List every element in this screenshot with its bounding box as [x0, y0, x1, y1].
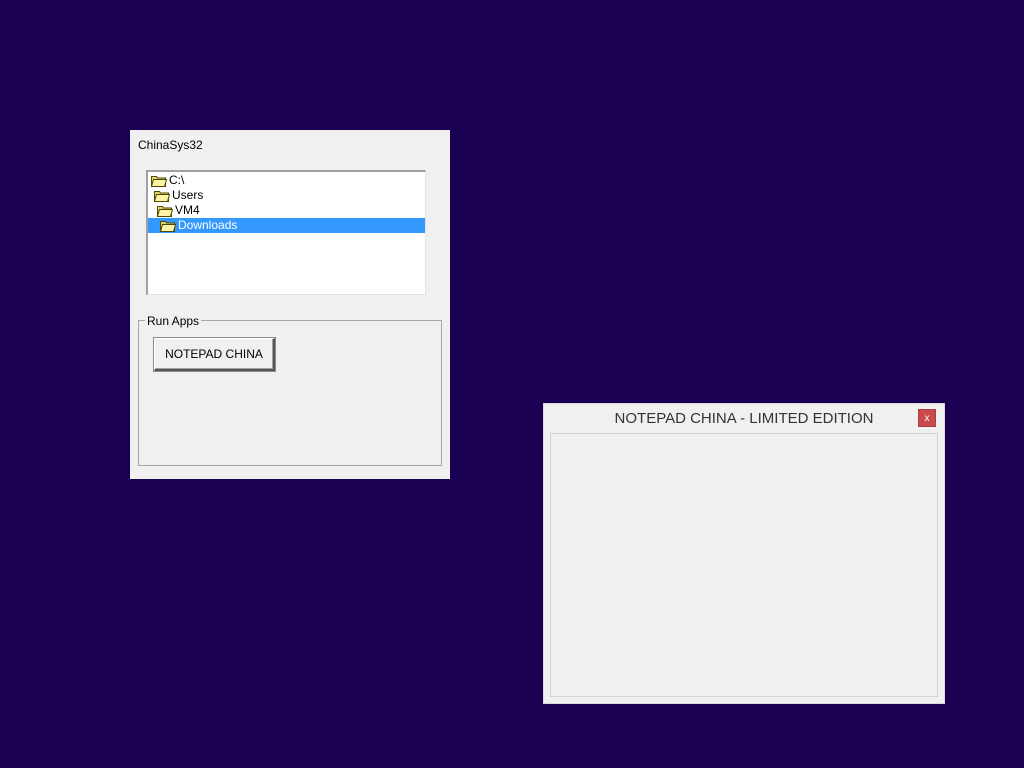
tree-item-label: Users — [172, 188, 204, 202]
tree-item-label: VM4 — [175, 203, 200, 217]
folder-open-icon — [159, 219, 177, 232]
folder-open-icon — [153, 189, 171, 202]
tree-item-users[interactable]: Users — [153, 188, 204, 203]
tree-item-downloads[interactable]: Downloads — [148, 218, 425, 233]
folder-open-icon — [156, 204, 174, 217]
tree-item-vm4[interactable]: VM4 — [156, 203, 200, 218]
window-title: NOTEPAD CHINA - LIMITED EDITION — [614, 410, 874, 427]
folder-tree[interactable]: C:\ Users VM4 Downloads — [146, 170, 426, 295]
group-label: Run Apps — [145, 314, 202, 328]
notepad-china-button[interactable]: NOTEPAD CHINA — [154, 338, 275, 371]
desktop: ChinaSys32 C:\ Users VM4 Downloads Run A… — [0, 0, 1024, 768]
chinasys32-window: ChinaSys32 C:\ Users VM4 Downloads Run A… — [130, 130, 450, 479]
tree-item-c-drive[interactable]: C:\ — [150, 173, 185, 188]
close-button[interactable]: x — [918, 409, 936, 427]
notepad-china-window: NOTEPAD CHINA - LIMITED EDITION x — [543, 403, 945, 704]
run-apps-group: Run Apps NOTEPAD CHINA — [138, 314, 442, 466]
folder-open-icon — [150, 174, 168, 187]
window-title: ChinaSys32 — [138, 138, 203, 152]
tree-item-label: C:\ — [169, 173, 185, 187]
notepad-text-area[interactable] — [550, 433, 938, 697]
tree-item-label: Downloads — [178, 218, 238, 232]
